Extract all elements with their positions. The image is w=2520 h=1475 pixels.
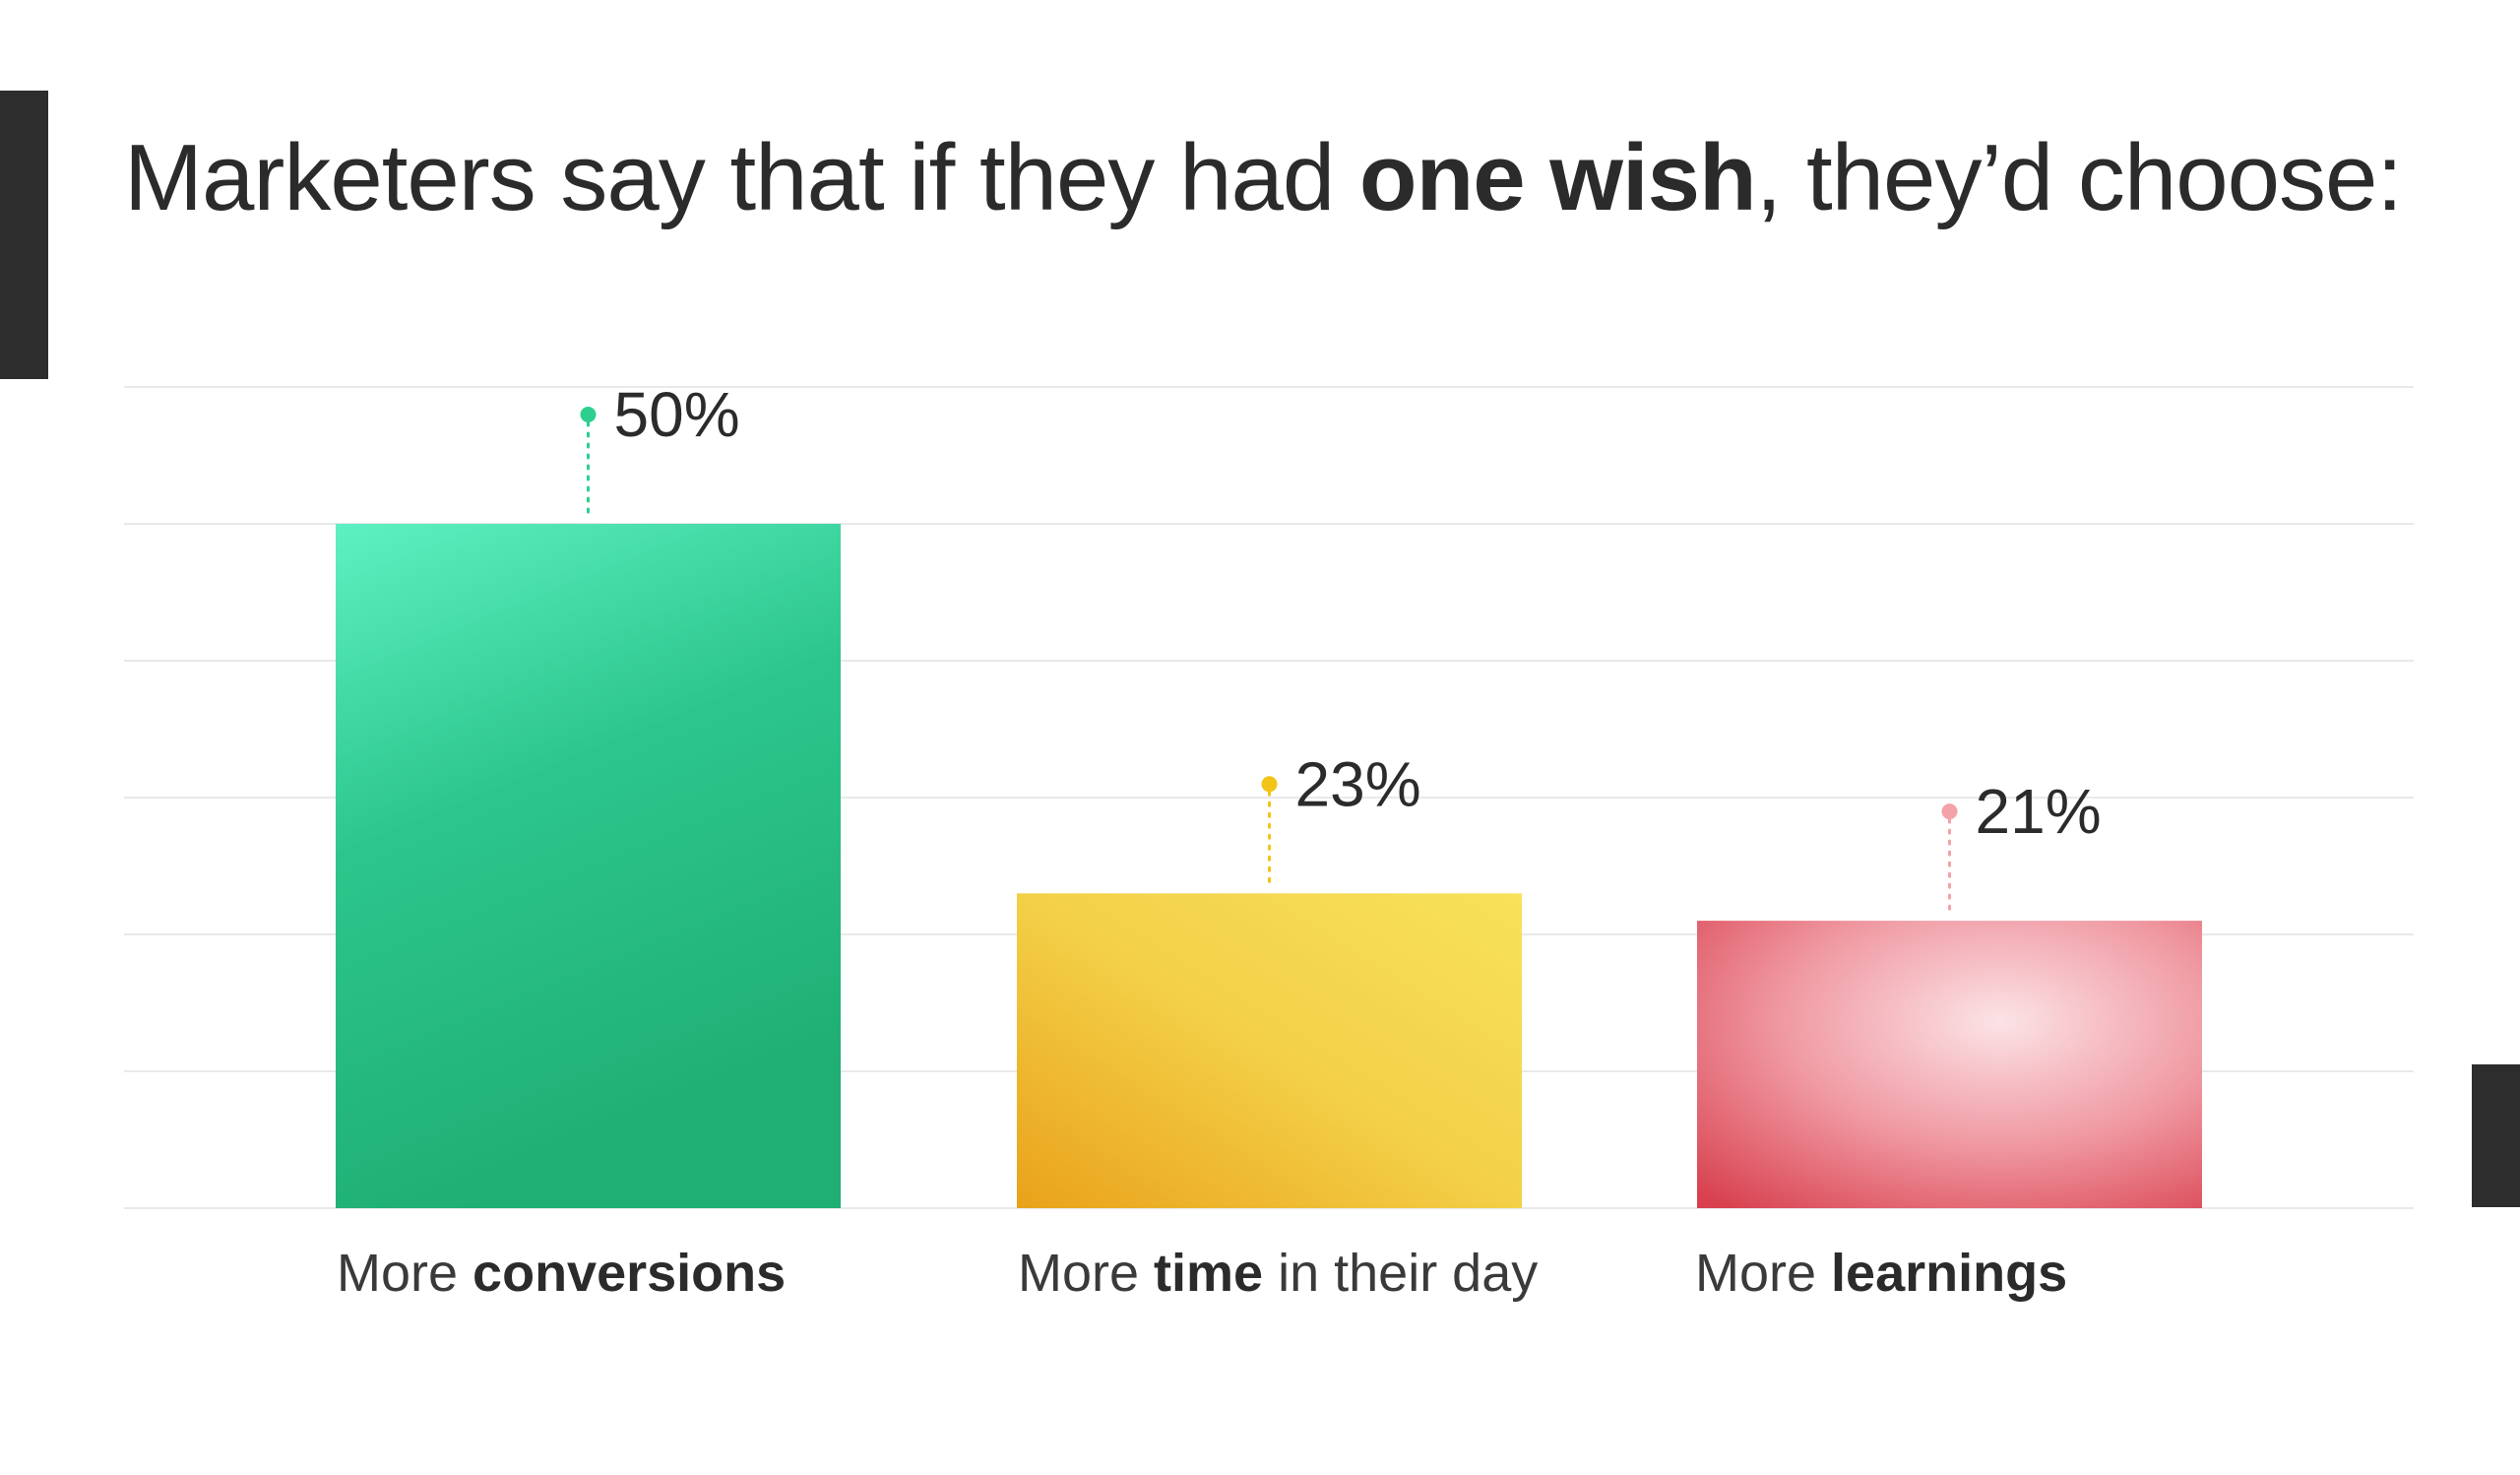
value-label: 50% (614, 379, 740, 450)
bars (336, 524, 2202, 1208)
category-prefix: More (1018, 1244, 1155, 1303)
bar-2 (1697, 921, 2202, 1208)
value-marker-dot (1941, 803, 1958, 820)
category-emphasis: time (1154, 1244, 1264, 1303)
category-label-learnings: More learnings (1695, 1243, 2067, 1304)
category-emphasis: conversions (472, 1244, 787, 1303)
category-suffix: in their day (1263, 1244, 1539, 1303)
category-label-time: More time in their day (1018, 1243, 1538, 1304)
bar-0 (336, 524, 841, 1208)
value-marker-dot (580, 407, 597, 422)
value-label: 21% (1976, 776, 2102, 847)
value-marker-dot (1261, 776, 1278, 793)
category-prefix: More (337, 1244, 473, 1303)
category-prefix: More (1695, 1244, 1832, 1303)
value-label: 23% (1295, 748, 1421, 819)
category-emphasis: learnings (1831, 1244, 2068, 1303)
bar-1 (1017, 893, 1522, 1208)
category-label-conversions: More conversions (337, 1243, 786, 1304)
